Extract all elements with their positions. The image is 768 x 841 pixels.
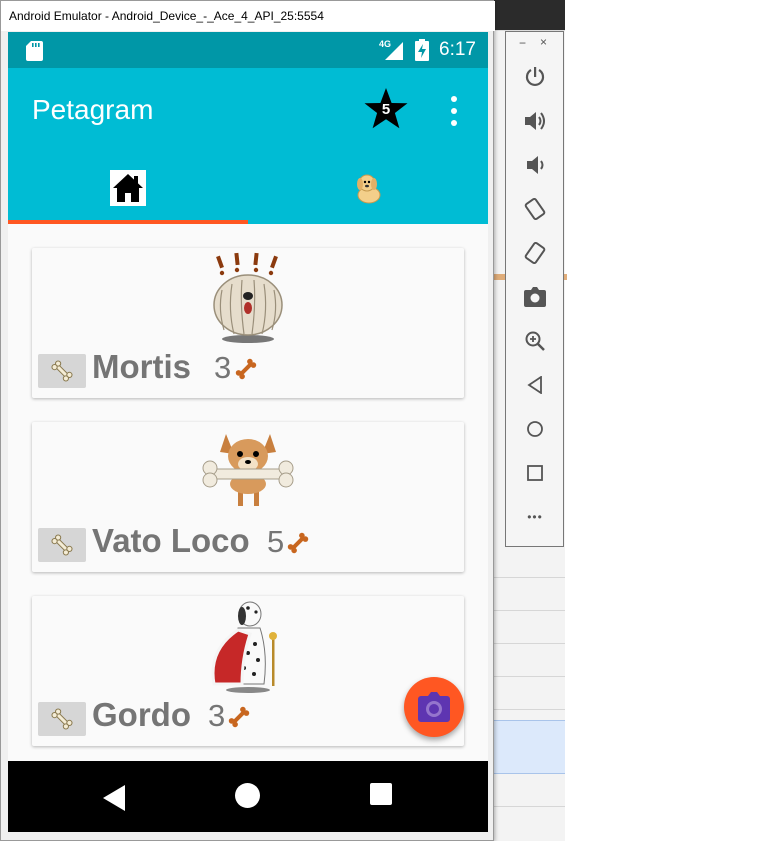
window-title: Android Emulator - Android_Device_-_Ace_… (9, 9, 324, 23)
battery-charging-icon (415, 39, 430, 61)
bone-icon (51, 534, 73, 556)
home-icon (527, 421, 543, 437)
rotate-left-button[interactable] (520, 194, 550, 224)
bone-icon (51, 708, 73, 730)
desktop: Android Emulator - Android_Device_-_Ace_… (0, 0, 768, 841)
like-button[interactable] (38, 528, 86, 562)
volume-up-button[interactable] (520, 106, 550, 136)
pet-name: Vato Loco (92, 522, 250, 559)
toolbar-header: − × (506, 32, 565, 54)
pet-card[interactable]: Gordo 3 (32, 596, 464, 746)
menu-dot (451, 120, 457, 126)
bone-rating-icon (287, 532, 309, 554)
camera-icon (418, 692, 450, 722)
menu-dot (451, 96, 457, 102)
pet-card[interactable]: Vato Loco 5 (32, 422, 464, 572)
pet-list[interactable]: Mortis 3 Vato Loco 5 Gordo 3 (8, 224, 488, 761)
close-button[interactable]: × (540, 35, 547, 49)
back-icon (527, 376, 542, 394)
background-row-divider (490, 643, 565, 644)
status-bar: 4G 6:17 (8, 32, 488, 68)
menu-dot (451, 108, 457, 114)
background-row-divider (490, 709, 565, 710)
recents-icon[interactable] (370, 783, 392, 805)
favorites-count: 5 (381, 101, 391, 118)
clock: 6:17 (439, 39, 476, 60)
zoom-icon (525, 331, 545, 351)
pet-rating: 3 (214, 350, 232, 385)
back-icon[interactable] (103, 785, 125, 811)
like-button[interactable] (38, 354, 86, 388)
house-icon (110, 170, 146, 206)
background-row-divider (490, 676, 565, 677)
pet-rating: 3 (208, 698, 226, 733)
chihuahua-bone-icon (202, 434, 294, 506)
volume-down-button[interactable] (520, 150, 550, 180)
background-row-divider (490, 577, 565, 578)
shaggy-dog-icon (213, 252, 283, 343)
power-button[interactable] (520, 62, 550, 92)
overflow-menu-button[interactable] (444, 96, 464, 126)
pet-rating: 5 (267, 524, 285, 559)
volume-up-icon (525, 112, 545, 130)
camera-fab-button[interactable] (404, 677, 464, 737)
rotate-right-button[interactable] (520, 238, 550, 268)
pet-name: Gordo (92, 696, 191, 733)
rotate-right-icon (524, 241, 546, 265)
navigation-bar (8, 761, 488, 832)
volume-down-icon (527, 156, 544, 174)
dalmatian-king-icon (211, 601, 277, 693)
background-selected-row (490, 720, 565, 774)
pet-card[interactable]: Mortis 3 (32, 248, 464, 398)
overview-icon (527, 465, 543, 481)
bone-rating-icon (235, 358, 257, 380)
svg-text:4G: 4G (379, 39, 391, 49)
signal-icon: 4G (379, 39, 404, 60)
back-button[interactable] (520, 370, 550, 400)
rotate-left-icon (524, 197, 546, 221)
home-button[interactable] (520, 414, 550, 444)
pet-name: Mortis (92, 348, 191, 385)
tab-bar (8, 148, 488, 224)
tab-profile[interactable] (248, 148, 488, 224)
favorites-button[interactable]: 5 (362, 86, 410, 132)
bone-rating-icon (228, 706, 250, 728)
screenshot-button[interactable] (520, 282, 550, 312)
dog-icon (357, 174, 381, 204)
home-icon[interactable] (235, 783, 260, 808)
background-row-divider (490, 806, 565, 807)
emulator-toolbar: − × ••• (505, 31, 564, 547)
emulator-window: Android Emulator - Android_Device_-_Ace_… (0, 0, 495, 841)
power-icon (525, 67, 545, 87)
tab-home[interactable] (8, 148, 248, 224)
zoom-button[interactable] (520, 326, 550, 356)
background-row-divider (490, 610, 565, 611)
overview-button[interactable] (520, 458, 550, 488)
minimize-button[interactable]: − (519, 36, 526, 50)
app-title: Petagram (32, 94, 154, 125)
sd-card-icon (26, 41, 43, 61)
bone-icon (51, 360, 73, 382)
more-button[interactable]: ••• (520, 502, 550, 532)
window-titlebar[interactable]: Android Emulator - Android_Device_-_Ace_… (1, 1, 495, 31)
app-bar: Petagram 5 (8, 68, 488, 148)
like-button[interactable] (38, 702, 86, 736)
background-titlebar (490, 0, 565, 30)
camera-icon (524, 287, 546, 307)
device-screen: 4G 6:17 Petagram 5 Mortis 3 Vato Loco 5 … (8, 32, 488, 832)
